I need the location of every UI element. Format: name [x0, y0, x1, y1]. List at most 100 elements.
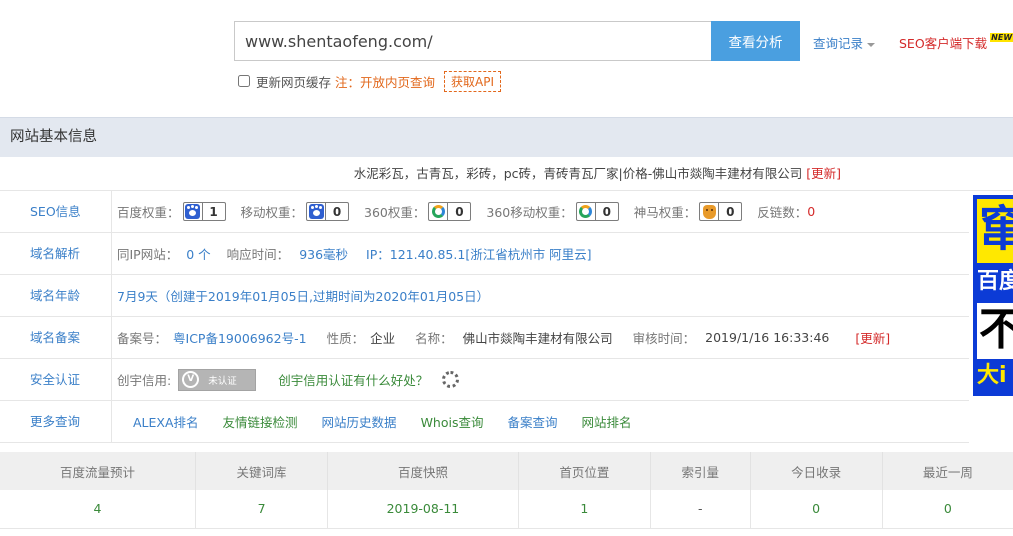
icp-no-link[interactable]: 粤ICP备19006962号-1 — [173, 328, 307, 347]
verified-v-icon: V — [182, 371, 200, 388]
icp-nature-value: 企业 — [370, 331, 396, 346]
credit-label: 创宇信用: — [117, 373, 172, 388]
row-label-security: 安全认证 — [0, 359, 112, 400]
icp-query-link[interactable]: 备案查询 — [507, 412, 557, 431]
baidu-weight-value: 1 — [209, 204, 218, 219]
domain-age-value[interactable]: 7月9天（创建于2019年01月05日,过期时间为2020年01月05日） — [117, 286, 489, 305]
seo-info-row: SEO信息 百度权重： 1 移动权重： 0 360权重： 0 360移动权重： … — [0, 191, 969, 233]
cert-status: 未认证 — [208, 375, 237, 387]
icp-nature-label: 性质： — [326, 331, 365, 346]
icp-name-value: 佛山市燚陶丰建材有限公司 — [462, 331, 613, 346]
ad-line-4: 大i — [977, 363, 1007, 388]
dns-content: 同IP网站： 0 个 响应时间： 936毫秒 IP：121.40.85.1[浙江… — [112, 244, 969, 263]
ad-line-3: 不 — [977, 303, 1013, 359]
ip-location-link[interactable]: IP：121.40.85.1[浙江省杭州市 阿里云] — [366, 244, 592, 263]
shenma-horse-icon — [702, 204, 716, 219]
more-query-links: ALEXA排名 友情链接检测 网站历史数据 Whois查询 备案查询 网站排名 — [112, 412, 969, 431]
update-cache-checkbox[interactable] — [238, 75, 250, 87]
360-logo-icon — [431, 205, 445, 218]
traffic-stats-table: 百度流量预计 关键词库 百度快照 首页位置 索引量 今日收录 最近一周 4 7 … — [0, 452, 1013, 529]
stats-header-snapshot: 百度快照 — [327, 452, 519, 490]
whois-link[interactable]: Whois查询 — [421, 412, 484, 431]
icp-audit-label: 审核时间： — [632, 331, 696, 346]
shenma-weight-value: 0 — [726, 204, 735, 219]
stats-keywords-value[interactable]: 7 — [195, 490, 329, 529]
mobile-weight-badge[interactable]: 0 — [306, 202, 350, 221]
more-query-row: 更多查询 ALEXA排名 友情链接检测 网站历史数据 Whois查询 备案查询 … — [0, 401, 969, 443]
stats-baidu-traffic-value[interactable]: 4 — [0, 490, 197, 529]
icp-content: 备案号： 粤ICP备19006962号-1 性质： 企业 名称： 佛山市燚陶丰建… — [112, 328, 969, 347]
row-label-more: 更多查询 — [0, 401, 112, 442]
site-title-row: 水泥彩瓦，古青瓦，彩砖，pc砖，青砖青瓦厂家|价格-佛山市燚陶丰建材有限公司 [更… — [0, 157, 1013, 191]
mobile-weight-value: 0 — [332, 204, 342, 219]
domain-age-row: 域名年龄 7月9天（创建于2019年01月05日,过期时间为2020年01月05… — [0, 275, 969, 317]
backlink-label: 反链数： — [757, 205, 808, 220]
ad-banner[interactable]: 窜 百度 不 大i — [973, 195, 1013, 396]
baidu-paw-icon — [185, 204, 201, 219]
stats-header-today: 今日收录 — [750, 452, 883, 490]
same-ip-count-link[interactable]: 0 个 — [186, 244, 210, 263]
analyze-button[interactable]: 查看分析 — [711, 21, 800, 61]
row-label-icp: 域名备案 — [0, 317, 112, 358]
get-api-link[interactable]: 获取API — [444, 70, 502, 92]
stats-header-index: 索引量 — [650, 452, 751, 490]
shenma-weight-label: 神马权重： — [633, 205, 697, 220]
s360-weight-badge[interactable]: 0 — [428, 202, 472, 221]
section-title: 网站基本信息 — [0, 117, 1013, 157]
s360-mobile-weight-value: 0 — [602, 204, 611, 219]
download-label: SEO客户端下载 — [899, 36, 988, 51]
stats-header-home-position: 首页位置 — [518, 452, 651, 490]
shenma-weight-badge[interactable]: 0 — [699, 202, 743, 221]
site-info-table: SEO信息 百度权重： 1 移动权重： 0 360权重： 0 360移动权重： … — [0, 191, 969, 443]
response-time-label: 响应时间： — [226, 247, 290, 262]
stats-header-keywords: 关键词库 — [195, 452, 329, 490]
update-cache-label: 更新网页缓存 — [256, 74, 332, 90]
security-row: 安全认证 创宇信用: V 未认证 创宇信用认证有什么好处？ — [0, 359, 969, 401]
icp-name-label: 名称： — [415, 331, 453, 346]
s360-mobile-weight-label: 360移动权重： — [486, 205, 573, 220]
stats-home-position-value[interactable]: 1 — [518, 490, 651, 529]
ad-line-2: 百度 — [977, 269, 1013, 294]
stats-week-value[interactable]: 0 — [882, 490, 1013, 529]
dns-row: 域名解析 同IP网站： 0 个 响应时间： 936毫秒 IP：121.40.85… — [0, 233, 969, 275]
mobile-weight-label: 移动权重： — [240, 205, 304, 220]
icp-no-label: 备案号： — [117, 331, 168, 346]
query-history-label: 查询记录 — [813, 36, 864, 51]
s360-mobile-weight-badge[interactable]: 0 — [575, 202, 619, 221]
row-label-dns: 域名解析 — [0, 233, 112, 274]
baidu-paw-icon — [308, 204, 324, 219]
seo-info-content: 百度权重： 1 移动权重： 0 360权重： 0 360移动权重： 0 神马权重… — [112, 202, 969, 221]
chevron-down-icon — [867, 42, 876, 47]
seo-client-download-link[interactable]: SEO客户端下载 NEW — [899, 33, 1013, 52]
friend-link-check-link[interactable]: 友情链接检测 — [223, 412, 298, 431]
response-time-value: 936毫秒 — [299, 247, 349, 262]
site-rank-link[interactable]: 网站排名 — [582, 412, 632, 431]
search-options: 更新网页缓存 注：开放内页查询 获取API — [238, 70, 502, 92]
stats-index-value: - — [650, 490, 751, 529]
icp-audit-value: 2019/1/16 16:33:46 — [705, 330, 830, 345]
360-logo-icon — [579, 205, 593, 218]
cert-badge[interactable]: V 未认证 — [178, 368, 257, 391]
site-title-refresh-link[interactable]: [更新] — [806, 166, 841, 181]
credit-benefit-link[interactable]: 创宇信用认证有什么好处？ — [278, 370, 428, 389]
s360-weight-value: 0 — [455, 204, 464, 219]
alexa-rank-link[interactable]: ALEXA排名 — [133, 412, 199, 431]
stats-snapshot-value[interactable]: 2019-08-11 — [327, 490, 519, 529]
query-history-dropdown[interactable]: 查询记录 — [813, 33, 876, 52]
baidu-weight-label: 百度权重： — [117, 205, 180, 220]
inner-page-note: 注：开放内页查询 — [335, 74, 436, 90]
security-content: 创宇信用: V 未认证 创宇信用认证有什么好处？ — [112, 368, 969, 391]
url-search-input[interactable] — [234, 21, 711, 61]
stats-header-row: 百度流量预计 关键词库 百度快照 首页位置 索引量 今日收录 最近一周 — [0, 452, 1013, 490]
stats-header-week: 最近一周 — [882, 452, 1013, 490]
row-label-seo: SEO信息 — [0, 191, 112, 232]
baidu-weight-badge[interactable]: 1 — [182, 202, 226, 221]
site-history-link[interactable]: 网站历史数据 — [322, 412, 397, 431]
icp-refresh-link[interactable]: [更新] — [855, 328, 890, 347]
backlink-count-link[interactable]: 0 — [807, 204, 815, 219]
row-label-age: 域名年龄 — [0, 275, 112, 316]
same-ip-label: 同IP网站： — [117, 247, 179, 262]
icp-row: 域名备案 备案号： 粤ICP备19006962号-1 性质： 企业 名称： 佛山… — [0, 317, 969, 359]
stats-today-value[interactable]: 0 — [750, 490, 883, 529]
new-badge: NEW — [990, 33, 1013, 42]
